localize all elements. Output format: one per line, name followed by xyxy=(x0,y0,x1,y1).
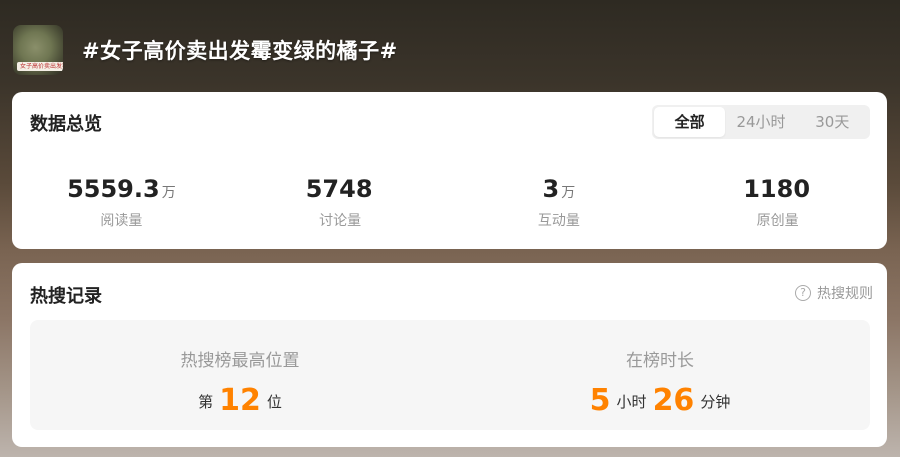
stat-value: 1180 xyxy=(743,175,811,203)
stat-reads: 5559.3 万 阅读量 xyxy=(12,174,231,230)
tab-all[interactable]: 全部 xyxy=(654,107,726,137)
tab-30d[interactable]: 30天 xyxy=(797,107,868,137)
topic-thumbnail[interactable]: 女子高价卖出发霉 xyxy=(13,25,63,75)
stat-interactions: 3万 互动量 xyxy=(450,174,669,230)
stats-row: 5559.3 万 阅读量 5748 讨论量 3万 互动量 1180 原创量 xyxy=(12,174,887,230)
stat-unit: 万 xyxy=(161,185,176,201)
duration-label: 在榜时长 xyxy=(626,351,694,371)
hot-search-title: 热搜记录 xyxy=(30,286,102,307)
stat-label: 互动量 xyxy=(537,213,580,229)
topic-title: #女子高价卖出发霉变绿的橘子# xyxy=(82,39,398,63)
stat-discussions: 5748 讨论量 xyxy=(231,174,450,230)
rank-prefix: 第 xyxy=(198,393,214,411)
stat-label: 阅读量 xyxy=(100,213,143,229)
topic-header: 女子高价卖出发霉 #女子高价卖出发霉变绿的橘子# xyxy=(13,25,398,75)
stat-unit: 万 xyxy=(561,185,576,201)
stat-label: 原创量 xyxy=(756,213,799,229)
stat-value: 3 xyxy=(542,175,560,203)
highest-rank: 热搜榜最高位置 第 12 位 xyxy=(30,320,450,430)
stat-label: 讨论量 xyxy=(319,213,362,229)
hot-search-panel: 热搜榜最高位置 第 12 位 在榜时长 5 小时 26 分钟 xyxy=(30,320,870,430)
rules-link-label: 热搜规则 xyxy=(817,286,873,302)
overview-title: 数据总览 xyxy=(30,114,102,135)
duration-minutes: 26 xyxy=(652,383,695,418)
duration-hours-unit: 小时 xyxy=(616,393,647,411)
stat-originals: 1180 原创量 xyxy=(668,174,887,230)
highest-rank-label: 热搜榜最高位置 xyxy=(180,351,300,371)
hot-search-rules-link[interactable]: ? 热搜规则 xyxy=(795,283,873,303)
duration-minutes-unit: 分钟 xyxy=(700,393,731,411)
stat-value: 5748 xyxy=(305,175,373,203)
overview-card: 数据总览 全部 24小时 30天 5559.3 万 阅读量 5748 讨论量 3万… xyxy=(12,92,887,249)
rank-value: 12 xyxy=(219,383,261,418)
tab-24h[interactable]: 24小时 xyxy=(725,107,796,137)
duration-hours: 5 xyxy=(589,383,611,418)
hot-search-card: 热搜记录 ? 热搜规则 热搜榜最高位置 第 12 位 在榜时长 5 小时 26 分钟 xyxy=(12,263,887,447)
on-list-duration: 在榜时长 5 小时 26 分钟 xyxy=(450,320,870,430)
time-range-tabs: 全部 24小时 30天 xyxy=(652,105,870,139)
question-circle-icon: ? xyxy=(795,285,811,301)
rank-suffix: 位 xyxy=(266,393,282,411)
stat-value: 5559.3 xyxy=(67,175,160,203)
thumbnail-tag: 女子高价卖出发霉 xyxy=(17,62,63,71)
